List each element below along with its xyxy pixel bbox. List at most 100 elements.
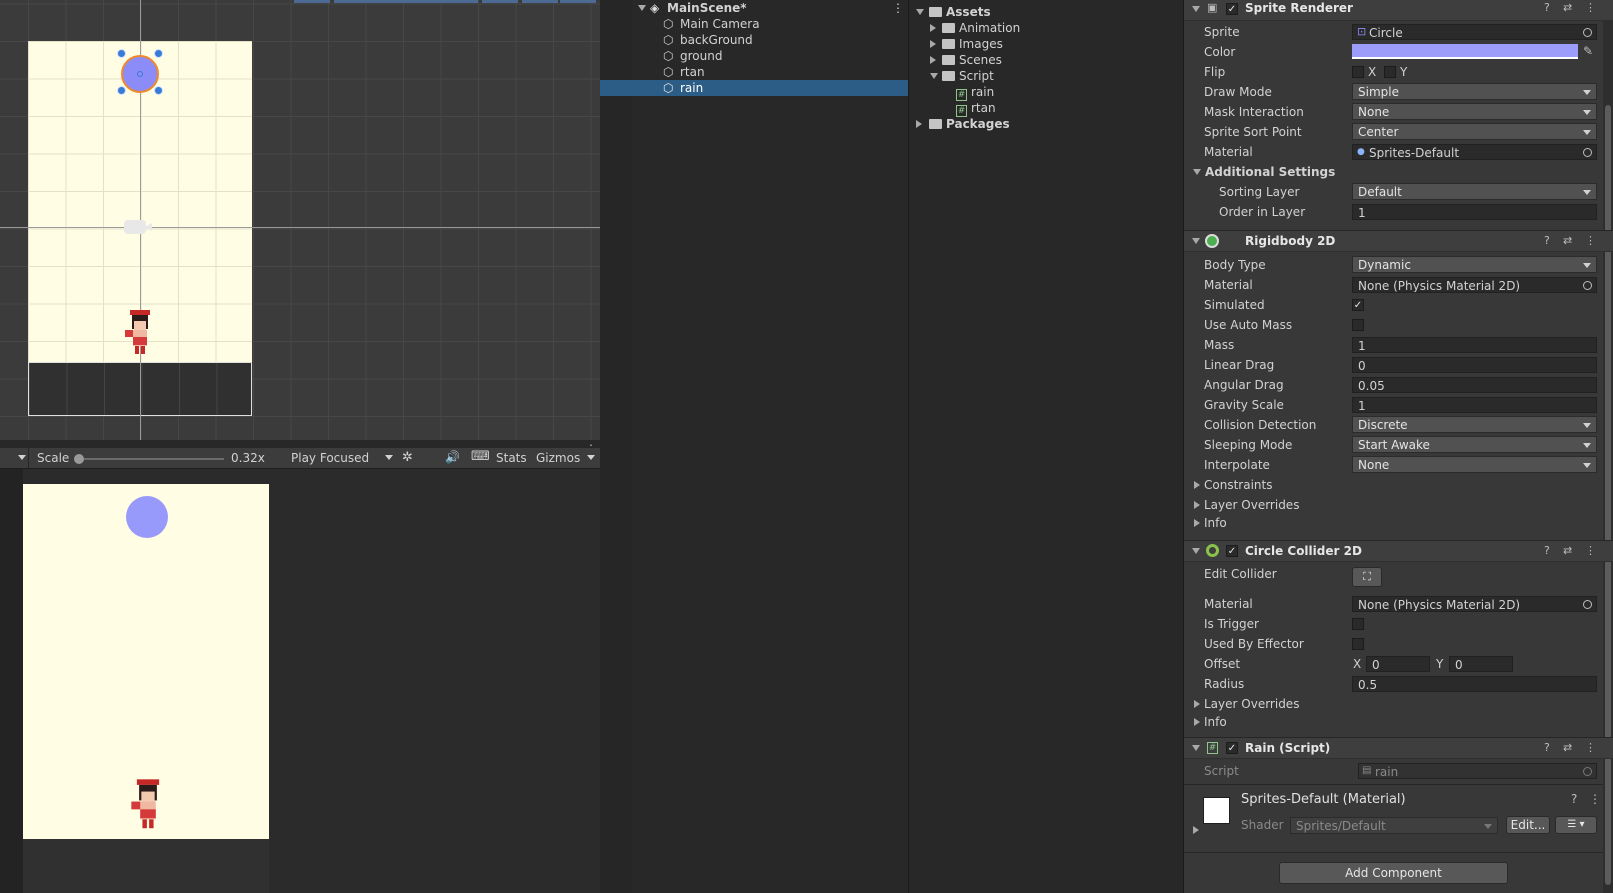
info-foldout[interactable]: Info xyxy=(1204,713,1227,731)
eyedropper-icon[interactable]: ✎ xyxy=(1583,43,1593,59)
order-in-layer-field[interactable]: 1 xyxy=(1352,204,1597,220)
fold-triangle-icon[interactable] xyxy=(1193,826,1199,834)
sprite-sort-point-dropdown[interactable]: Center xyxy=(1352,123,1597,140)
rect-handle[interactable] xyxy=(154,49,163,58)
mass-field[interactable]: 1 xyxy=(1352,337,1597,353)
sprite-renderer-enabled-checkbox[interactable]: ✓ xyxy=(1226,3,1238,15)
preset-icon[interactable]: ⇄ xyxy=(1563,0,1572,19)
sprite-field[interactable]: Circle xyxy=(1352,24,1597,40)
physics-material-field[interactable]: None (Physics Material 2D) xyxy=(1352,596,1597,612)
packages-folder[interactable]: Packages xyxy=(916,116,1010,132)
object-picker-icon[interactable] xyxy=(1583,600,1592,609)
expand-triangle-icon[interactable] xyxy=(916,9,924,15)
hierarchy-item-rain[interactable]: ⬡ rain xyxy=(600,80,908,96)
rtan-character-icon[interactable] xyxy=(122,310,158,358)
more-options-icon[interactable]: ⋮ xyxy=(1585,540,1596,562)
additional-settings-label[interactable]: Additional Settings xyxy=(1205,163,1335,181)
collision-detection-dropdown[interactable]: Discrete xyxy=(1352,416,1597,433)
more-options-icon[interactable]: ⋮ xyxy=(892,0,904,16)
help-icon[interactable]: ? xyxy=(1571,792,1577,806)
additional-settings-fold-icon[interactable] xyxy=(1193,169,1201,175)
scene-toolbar-button[interactable] xyxy=(482,0,518,3)
collapse-triangle-icon[interactable] xyxy=(930,40,936,48)
layer-overrides-foldout[interactable]: Layer Overrides xyxy=(1204,695,1299,713)
interpolate-dropdown[interactable]: None xyxy=(1352,456,1597,473)
folder-animation[interactable]: Animation xyxy=(930,20,1020,36)
constraints-foldout[interactable]: Constraints xyxy=(1204,476,1272,494)
assets-folder[interactable]: Assets xyxy=(916,4,991,20)
hierarchy-item-main-camera[interactable]: ⬡ Main Camera xyxy=(600,16,908,32)
sorting-layer-dropdown[interactable]: Default xyxy=(1352,183,1597,200)
scene-toolbar-button[interactable] xyxy=(442,0,478,3)
audio-icon[interactable]: 🔊 xyxy=(445,450,460,464)
scene-toolbar-button[interactable] xyxy=(522,0,558,3)
shader-dropdown[interactable]: Sprites/Default xyxy=(1290,817,1498,834)
scene-toolbar-button[interactable] xyxy=(294,0,330,3)
angular-drag-field[interactable]: 0.05 xyxy=(1352,377,1597,393)
bug-icon[interactable]: ✲ xyxy=(402,450,413,465)
gizmos-dropdown-icon[interactable] xyxy=(587,455,595,460)
edit-shader-button[interactable]: Edit... xyxy=(1506,816,1550,834)
more-options-icon[interactable]: ⋮ xyxy=(1585,737,1596,759)
color-swatch[interactable] xyxy=(1352,44,1578,59)
flip-x-checkbox[interactable] xyxy=(1352,66,1364,78)
more-options-icon[interactable]: ⋮ xyxy=(1585,0,1596,19)
scene-toolbar-button[interactable] xyxy=(334,0,370,3)
hierarchy-item-ground[interactable]: ⬡ ground xyxy=(600,48,908,64)
radius-field[interactable]: 0.5 xyxy=(1352,676,1597,692)
used-by-effector-checkbox[interactable] xyxy=(1352,638,1364,650)
fold-triangle-icon[interactable] xyxy=(1194,700,1200,708)
layer-overrides-foldout[interactable]: Layer Overrides xyxy=(1204,496,1299,514)
component-fold-icon[interactable] xyxy=(1192,548,1200,554)
add-component-button[interactable]: Add Component xyxy=(1279,862,1508,884)
scrollbar-thumb[interactable] xyxy=(1605,105,1611,885)
more-options-icon[interactable]: ⋮ xyxy=(1585,230,1596,252)
collapse-triangle-icon[interactable] xyxy=(930,56,936,64)
sleeping-mode-dropdown[interactable]: Start Awake xyxy=(1352,436,1597,453)
scale-slider[interactable] xyxy=(78,458,224,460)
component-fold-icon[interactable] xyxy=(1192,745,1200,751)
info-foldout[interactable]: Info xyxy=(1204,514,1227,532)
linear-drag-field[interactable]: 0 xyxy=(1352,357,1597,373)
scene-toolbar-button[interactable] xyxy=(406,0,442,3)
hierarchy-item-rtan[interactable]: ⬡ rtan xyxy=(600,64,908,80)
simulated-checkbox[interactable]: ✓ xyxy=(1352,299,1364,311)
component-fold-icon[interactable] xyxy=(1192,238,1200,244)
object-picker-icon[interactable] xyxy=(1583,148,1592,157)
fold-triangle-icon[interactable] xyxy=(1194,481,1200,489)
expand-triangle-icon[interactable] xyxy=(638,5,646,11)
mask-interaction-dropdown[interactable]: None xyxy=(1352,103,1597,120)
physics-material-field[interactable]: None (Physics Material 2D) xyxy=(1352,277,1597,293)
scene-toolbar-button[interactable] xyxy=(560,0,596,3)
scale-slider-thumb[interactable] xyxy=(74,454,84,464)
offset-x-field[interactable]: 0 xyxy=(1366,656,1430,672)
rect-handle[interactable] xyxy=(117,86,126,95)
help-icon[interactable]: ? xyxy=(1544,230,1550,252)
script-file-rtan[interactable]: # rtan xyxy=(956,100,996,117)
object-picker-icon[interactable] xyxy=(1583,281,1592,290)
rain-script-enabled-checkbox[interactable]: ✓ xyxy=(1226,742,1238,754)
hierarchy-item-background[interactable]: ⬡ backGround xyxy=(600,32,908,48)
material-field[interactable]: Sprites-Default xyxy=(1352,144,1597,160)
fold-triangle-icon[interactable] xyxy=(1194,501,1200,509)
body-type-dropdown[interactable]: Dynamic xyxy=(1352,256,1597,273)
help-icon[interactable]: ? xyxy=(1544,737,1550,759)
fold-triangle-icon[interactable] xyxy=(1194,519,1200,527)
folder-scenes[interactable]: Scenes xyxy=(930,52,1002,68)
preset-icon[interactable]: ⇄ xyxy=(1563,540,1572,562)
folder-images[interactable]: Images xyxy=(930,36,1003,52)
rect-handle[interactable] xyxy=(117,49,126,58)
script-file-rain[interactable]: # rain xyxy=(956,84,994,101)
preset-icon[interactable]: ⇄ xyxy=(1563,230,1572,252)
expand-triangle-icon[interactable] xyxy=(930,73,938,79)
keyboard-icon[interactable]: ⌨ xyxy=(471,449,490,464)
is-trigger-checkbox[interactable] xyxy=(1352,618,1364,630)
play-focused-dropdown[interactable]: Play Focused xyxy=(282,448,396,468)
hierarchy-scene-row[interactable]: ◈ MainScene* ⋮ xyxy=(600,0,908,16)
collapse-triangle-icon[interactable] xyxy=(916,120,922,128)
offset-y-field[interactable]: 0 xyxy=(1449,656,1513,672)
shader-options-button[interactable]: ☰ ▾ xyxy=(1555,816,1597,834)
more-options-icon[interactable]: ⋮ xyxy=(1589,792,1601,806)
rect-handle[interactable] xyxy=(154,86,163,95)
stats-button[interactable]: Stats xyxy=(496,451,527,465)
